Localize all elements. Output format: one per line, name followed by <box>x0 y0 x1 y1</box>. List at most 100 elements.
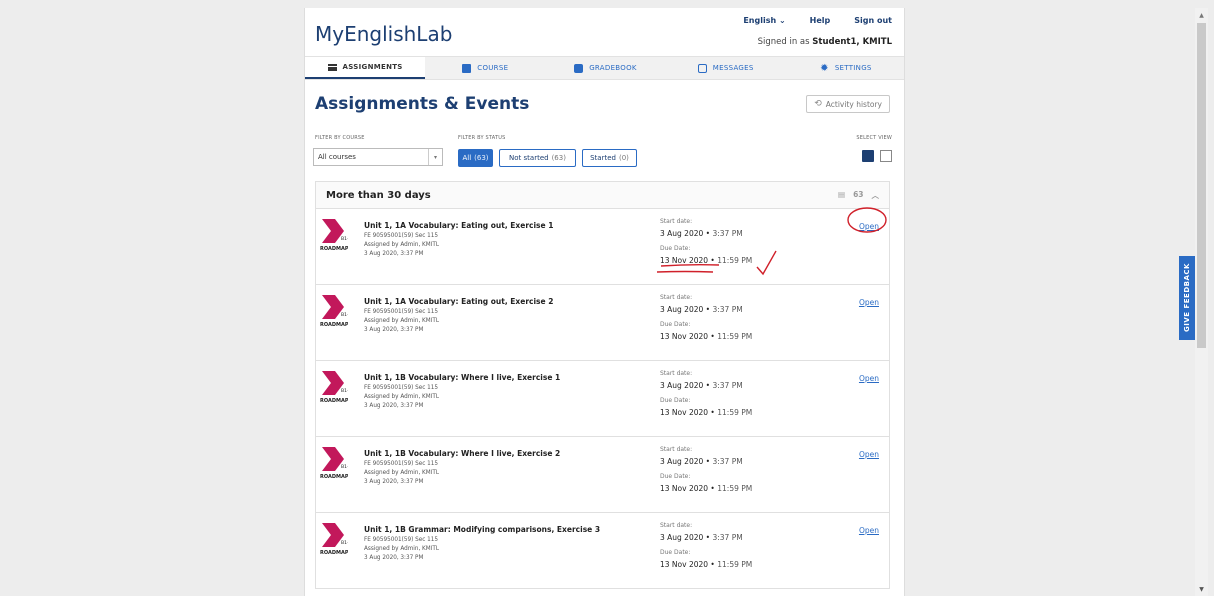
start-time: 3:37 PM <box>712 305 743 314</box>
assignment-course: FE 90595001(59) Sec 115 <box>364 309 439 315</box>
brand-logo[interactable]: MyEnglishLab <box>315 22 452 46</box>
due-time: 11:59 PM <box>717 560 753 569</box>
list-view-icon[interactable] <box>862 150 874 162</box>
tab-label: ASSIGNMENTS <box>342 63 403 71</box>
start-date-value: 3 Aug 2020 • 3:37 PM <box>660 457 743 466</box>
due-date-label: Due Date: <box>660 245 691 252</box>
due-date-value: 13 Nov 2020 • 11:59 PM <box>660 256 753 265</box>
due-time: 11:59 PM <box>717 332 753 341</box>
tab-label: SETTINGS <box>834 64 872 72</box>
due-time: 11:59 PM <box>717 256 753 265</box>
tab-course[interactable]: COURSE <box>425 57 545 79</box>
roadmap-level: B1+ <box>341 388 348 394</box>
open-assignment-link[interactable]: Open <box>859 298 879 307</box>
assignment-course: FE 90595001(59) Sec 115 <box>364 233 439 239</box>
roadmap-level: B1+ <box>341 464 348 470</box>
due-date: 13 Nov 2020 <box>660 560 709 569</box>
assignment-row: B1+ ROADMAP Unit 1, 1B Grammar: Modifying … <box>315 513 890 589</box>
tab-gradebook[interactable]: GRADEBOOK <box>545 57 665 79</box>
language-menu[interactable]: English ⌄ <box>743 16 785 25</box>
assignment-list: B1+ ROADMAP Unit 1, 1A Vocabulary: Eating … <box>315 209 890 589</box>
assignment-assigned-date: 3 Aug 2020, 3:37 PM <box>364 555 424 561</box>
start-date: 3 Aug 2020 <box>660 533 704 542</box>
roadmap-brand: ROADMAP <box>320 474 348 480</box>
filter-status-label: FILTER BY STATUS <box>458 135 506 141</box>
start-date-value: 3 Aug 2020 • 3:37 PM <box>660 381 743 390</box>
due-date: 13 Nov 2020 <box>660 484 709 493</box>
start-time: 3:37 PM <box>712 533 743 542</box>
roadmap-level: B1+ <box>341 540 348 546</box>
assignment-title[interactable]: Unit 1, 1B Vocabulary: Where I live, Exe… <box>364 373 560 382</box>
main-nav: ASSIGNMENTS COURSE GRADEBOOK MESSAGES ✹ S… <box>305 56 904 80</box>
open-assignment-link[interactable]: Open <box>859 374 879 383</box>
assignment-assigned-date: 3 Aug 2020, 3:37 PM <box>364 251 424 257</box>
assignment-course: FE 90595001(59) Sec 115 <box>364 461 439 467</box>
calendar-view-icon[interactable] <box>880 150 892 162</box>
filter-button-count: (0) <box>618 154 629 162</box>
start-date-label: Start date: <box>660 294 693 301</box>
assignment-assigned-by: Assigned by Admin, KMITL <box>364 242 440 248</box>
open-assignment-link[interactable]: Open <box>859 450 879 459</box>
roadmap-level: B1+ <box>341 236 348 242</box>
scroll-thumb[interactable] <box>1197 23 1206 348</box>
scroll-up-icon[interactable]: ▲ <box>1195 8 1208 22</box>
due-date: 13 Nov 2020 <box>660 332 709 341</box>
tab-assignments[interactable]: ASSIGNMENTS <box>305 57 426 79</box>
start-date: 3 Aug 2020 <box>660 229 704 238</box>
assignment-row: B1+ ROADMAP Unit 1, 1A Vocabulary: Eating … <box>315 285 890 361</box>
roadmap-logo: B1+ ROADMAP <box>320 295 348 328</box>
signed-in-text: Signed in as Student1, KMITL <box>758 37 892 47</box>
signed-in-prefix: Signed in as <box>757 37 810 47</box>
due-date-value: 13 Nov 2020 • 11:59 PM <box>660 484 753 493</box>
scroll-down-icon[interactable]: ▼ <box>1195 582 1208 596</box>
assignment-assigned-by: Assigned by Admin, KMITL <box>364 470 440 476</box>
start-date: 3 Aug 2020 <box>660 305 704 314</box>
page: MyEnglishLab English ⌄ Help Sign out Sig… <box>304 8 905 596</box>
open-assignment-link[interactable]: Open <box>859 222 879 231</box>
give-feedback-button[interactable]: GIVE FEEDBACK <box>1179 256 1195 340</box>
tab-settings[interactable]: ✹ SETTINGS <box>786 57 904 79</box>
assignment-title[interactable]: Unit 1, 1B Vocabulary: Where I live, Exe… <box>364 449 560 458</box>
tab-label: COURSE <box>477 64 509 72</box>
assignment-title[interactable]: Unit 1, 1A Vocabulary: Eating out, Exerc… <box>364 221 553 230</box>
assignment-title[interactable]: Unit 1, 1A Vocabulary: Eating out, Exerc… <box>364 297 553 306</box>
assignment-assigned-by: Assigned by Admin, KMITL <box>364 394 440 400</box>
assignment-row: B1+ ROADMAP Unit 1, 1A Vocabulary: Eating … <box>315 209 890 285</box>
filter-all-button[interactable]: All (63) <box>458 149 493 167</box>
start-date-value: 3 Aug 2020 • 3:37 PM <box>660 305 743 314</box>
course-select[interactable]: All courses ▾ <box>313 148 443 166</box>
filter-not-started-button[interactable]: Not started (63) <box>499 149 576 167</box>
assignment-assigned-date: 3 Aug 2020, 3:37 PM <box>364 479 424 485</box>
signout-link[interactable]: Sign out <box>854 16 892 25</box>
page-scrollbar[interactable]: ▲ ▼ <box>1195 8 1208 596</box>
due-date-label: Due Date: <box>660 321 691 328</box>
course-select-value: All courses <box>318 153 356 161</box>
open-assignment-link[interactable]: Open <box>859 526 879 535</box>
tab-label: MESSAGES <box>712 64 754 72</box>
tab-messages[interactable]: MESSAGES <box>666 57 786 79</box>
assignments-icon <box>327 63 337 71</box>
chevron-down-icon: ⌄ <box>778 16 786 25</box>
group-header[interactable]: More than 30 days ▤ 63 ︿ <box>315 181 890 209</box>
tab-label: GRADEBOOK <box>589 64 637 72</box>
page-title: Assignments & Events <box>315 94 530 114</box>
top-links: English ⌄ Help Sign out <box>743 16 892 25</box>
activity-history-button[interactable]: ⟲ Activity history <box>806 95 890 113</box>
start-time: 3:37 PM <box>712 457 743 466</box>
due-date-value: 13 Nov 2020 • 11:59 PM <box>660 332 753 341</box>
roadmap-brand: ROADMAP <box>320 398 348 404</box>
assignment-title[interactable]: Unit 1, 1B Grammar: Modifying comparison… <box>364 525 600 534</box>
start-date-value: 3 Aug 2020 • 3:37 PM <box>660 533 743 542</box>
start-date: 3 Aug 2020 <box>660 457 704 466</box>
start-date-label: Start date: <box>660 218 693 225</box>
roadmap-logo: B1+ ROADMAP <box>320 523 348 556</box>
assignment-course: FE 90595001(59) Sec 115 <box>364 537 439 543</box>
document-icon: ▤ <box>837 190 846 199</box>
due-time: 11:59 PM <box>717 408 753 417</box>
filter-button-label: Started <box>590 154 616 162</box>
chevron-up-icon[interactable]: ︿ <box>872 190 880 201</box>
roadmap-brand: ROADMAP <box>320 322 348 328</box>
filter-started-button[interactable]: Started (0) <box>582 149 637 167</box>
help-link[interactable]: Help <box>810 16 831 25</box>
start-date: 3 Aug 2020 <box>660 381 704 390</box>
